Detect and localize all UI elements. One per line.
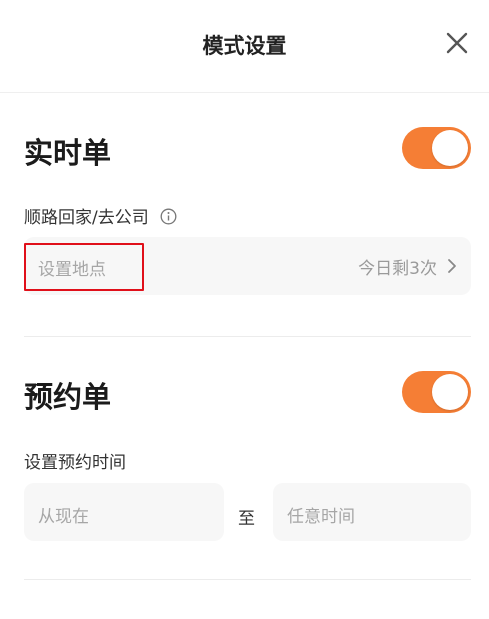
realtime-toggle[interactable] (402, 127, 471, 169)
section-divider (24, 579, 471, 580)
realtime-section-title: 实时单 (24, 136, 112, 170)
page-title: 模式设置 (202, 34, 287, 58)
section-divider (24, 336, 471, 337)
remaining-text: 今日剩3次 (358, 258, 437, 279)
to-time-field[interactable]: 任意时间 (273, 483, 471, 541)
from-placeholder: 从现在 (38, 507, 89, 527)
route-label: 顺路回家/去公司 (24, 208, 149, 228)
header: 模式设置 (0, 0, 489, 93)
info-icon[interactable] (160, 208, 177, 225)
from-time-field[interactable]: 从现在 (24, 483, 224, 541)
reservation-section-title: 预约单 (24, 380, 112, 414)
close-icon (446, 32, 468, 54)
to-separator: 至 (238, 509, 255, 529)
reservation-toggle[interactable] (402, 371, 471, 413)
chevron-right-icon (448, 259, 456, 273)
remaining-hint: 今日剩3次 (358, 237, 457, 295)
toggle-knob (432, 130, 468, 166)
time-label: 设置预约时间 (24, 453, 126, 473)
close-button[interactable] (440, 26, 474, 60)
location-highlight-box (24, 243, 144, 291)
route-label-row: 顺路回家/去公司 (24, 203, 177, 228)
to-placeholder: 任意时间 (287, 507, 355, 527)
toggle-knob (432, 374, 468, 410)
